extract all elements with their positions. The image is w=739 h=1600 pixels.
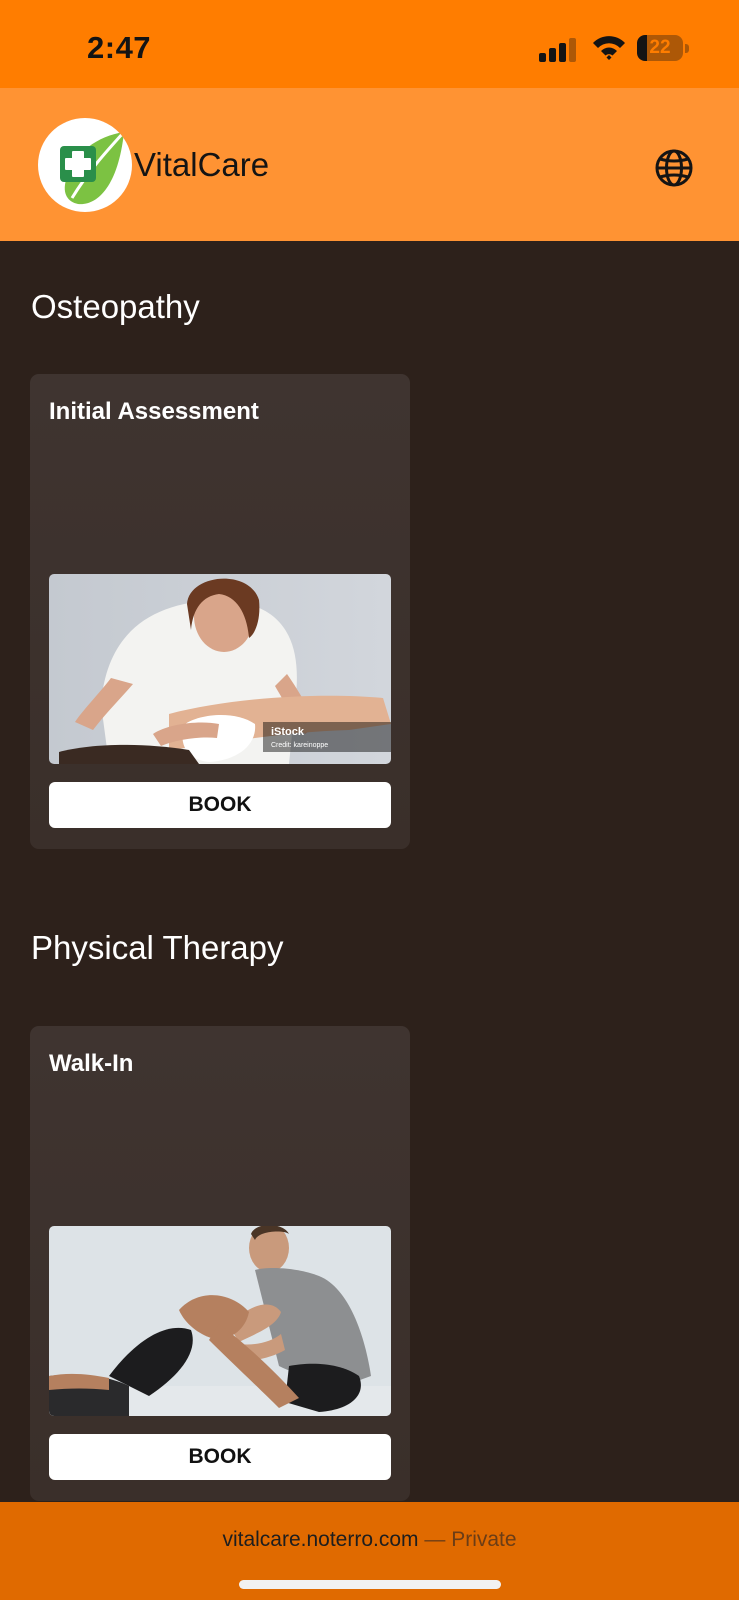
private-label: Private <box>451 1528 517 1551</box>
service-title: Walk-In <box>49 1050 134 1077</box>
section-title-physical-therapy: Physical Therapy <box>31 929 284 966</box>
book-button-initial-assessment[interactable]: BOOK <box>49 782 391 828</box>
wifi-icon <box>593 36 625 60</box>
language-globe-icon[interactable] <box>654 148 694 188</box>
url-display[interactable]: vitalcare.noterro.com — Private <box>0 1528 739 1552</box>
url-domain: vitalcare.noterro.com <box>222 1528 419 1551</box>
signal-strength-icon <box>539 38 576 62</box>
service-title: Initial Assessment <box>49 398 259 425</box>
istock-watermark: iStock <box>271 726 305 738</box>
osteopathy-photo: iStock Credit: kareinoppe <box>49 574 391 764</box>
battery-icon: 22 <box>637 35 689 61</box>
book-button-walk-in[interactable]: BOOK <box>49 1434 391 1480</box>
vitalcare-logo[interactable] <box>38 118 132 212</box>
service-card-initial-assessment[interactable]: Initial Assessment iStock Credit: karein… <box>30 374 410 849</box>
browser-url-bar[interactable]: vitalcare.noterro.com — Private <box>0 1502 739 1600</box>
image-credit: Credit: kareinoppe <box>271 742 328 749</box>
battery-percent: 22 <box>649 37 671 58</box>
url-separator: — <box>418 1528 452 1551</box>
brand-name: VitalCare <box>134 146 270 183</box>
status-bar: 2:47 22 <box>0 0 739 88</box>
service-card-walk-in[interactable]: Walk-In BOOK <box>30 1026 410 1501</box>
section-title-osteopathy: Osteopathy <box>31 288 200 325</box>
home-indicator[interactable] <box>239 1580 501 1589</box>
physical-therapy-photo <box>49 1226 391 1416</box>
services-list[interactable]: Osteopathy Initial Assessment iStock Cre… <box>0 241 739 1502</box>
app-header: VitalCare <box>0 88 739 241</box>
status-time: 2:47 <box>87 30 152 65</box>
